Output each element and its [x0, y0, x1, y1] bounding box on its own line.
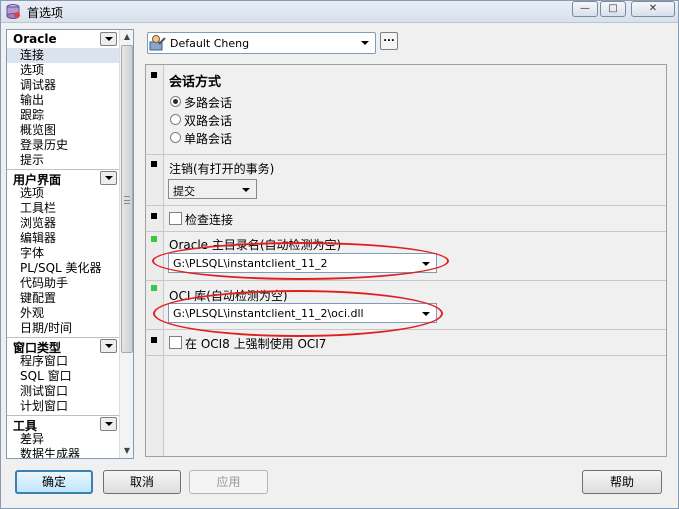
chevron-down-icon [242, 188, 250, 192]
user-profile-icon [149, 35, 166, 51]
logoff-title: 注销(有打开的事务) [169, 162, 275, 176]
nav-group-label: 用户界面 [13, 173, 62, 187]
title-bar[interactable]: 首选项 — □ ✕ [1, 1, 678, 23]
radio-button[interactable] [170, 132, 181, 143]
nav-item[interactable]: 编辑器 [7, 231, 119, 246]
chevron-down-icon [361, 41, 369, 45]
check-connection-checkbox[interactable] [169, 212, 182, 225]
nav-item[interactable]: 浏览器 [7, 216, 119, 231]
nav-item[interactable]: 字体 [7, 246, 119, 261]
nav-group-header[interactable]: Oracle [7, 31, 119, 48]
nav-item[interactable]: 连接 [7, 48, 119, 63]
ok-button[interactable]: 确定 [15, 470, 93, 494]
profile-value: Default Cheng [170, 37, 250, 50]
scroll-up-arrow-icon[interactable]: ▲ [120, 30, 133, 44]
grip-icon [124, 196, 130, 204]
nav-item[interactable]: 选项 [7, 186, 119, 201]
nav-group-label: 窗口类型 [13, 341, 62, 355]
nav-item[interactable]: SQL 窗口 [7, 369, 119, 384]
nav-group-header[interactable]: 窗口类型 [7, 337, 119, 355]
minimize-button[interactable]: — [572, 1, 598, 17]
preferences-window: 首选项 — □ ✕ Oracle 连接 选项 调试器 输出 跟踪 概览图 登录历史 提示 用户界面… [0, 0, 679, 509]
annotation-ellipse [152, 242, 449, 280]
section-check-connection: 检查连接 [146, 206, 666, 232]
collapse-chevron-icon[interactable] [100, 32, 117, 46]
nav-item[interactable]: 程序窗口 [7, 354, 119, 369]
session-mode-title: 会话方式 [169, 75, 222, 90]
nav-item[interactable]: 选项 [7, 63, 119, 78]
collapse-chevron-icon[interactable] [100, 171, 117, 185]
window-title: 首选项 [27, 6, 64, 20]
nav-item[interactable]: 计划窗口 [7, 399, 119, 414]
collapse-chevron-icon[interactable] [100, 417, 117, 431]
section-session-mode: 会话方式 多路会话 双路会话 单路会话 [146, 65, 666, 155]
annotation-ellipse [153, 290, 443, 337]
nav-item[interactable]: 日期/时间 [7, 321, 119, 336]
radio-button[interactable] [170, 114, 181, 125]
radio-button-checked[interactable] [170, 96, 181, 107]
section-active-marker-icon [151, 285, 157, 291]
nav-item[interactable]: 键配置 [7, 291, 119, 306]
nav-item[interactable]: 差异 [7, 432, 119, 447]
nav-item[interactable]: 数据生成器 [7, 447, 119, 458]
nav-item[interactable]: 登录历史 [7, 138, 119, 153]
nav-scrollbar[interactable]: ▲ ▼ [119, 30, 133, 458]
nav-item[interactable]: 跟踪 [7, 108, 119, 123]
nav-group-header[interactable]: 用户界面 [7, 169, 119, 187]
section-force-oci7: 在 OCI8 上强制使用 OCI7 [146, 330, 666, 356]
nav-item[interactable]: PL/SQL 美化器 [7, 261, 119, 276]
force-oci7-label: 在 OCI8 上强制使用 OCI7 [185, 337, 327, 351]
section-marker-icon [151, 72, 157, 78]
section-marker-icon [151, 337, 157, 343]
nav-group-header[interactable]: 工具 [7, 415, 119, 433]
cancel-button[interactable]: 取消 [103, 470, 181, 494]
apply-button[interactable]: 应用 [189, 470, 268, 494]
collapse-chevron-icon[interactable] [100, 339, 117, 353]
plsql-app-icon [6, 4, 20, 19]
nav-group-label: 工具 [13, 419, 38, 433]
profile-dropdown[interactable]: Default Cheng [147, 32, 376, 54]
nav-group-label: Oracle [13, 32, 57, 46]
section-marker-icon [151, 213, 157, 219]
nav-item[interactable]: 测试窗口 [7, 384, 119, 399]
preferences-nav: Oracle 连接 选项 调试器 输出 跟踪 概览图 登录历史 提示 用户界面 选项 工具栏 浏览器 编辑… [6, 29, 134, 459]
scroll-thumb[interactable] [121, 45, 133, 353]
section-logoff: 注销(有打开的事务) 提交 [146, 155, 666, 206]
maximize-button[interactable]: □ [600, 1, 626, 17]
nav-item[interactable]: 调试器 [7, 78, 119, 93]
nav-item[interactable]: 提示 [7, 153, 119, 168]
nav-item[interactable]: 代码助手 [7, 276, 119, 291]
nav-item[interactable]: 输出 [7, 93, 119, 108]
section-marker-icon [151, 161, 157, 167]
section-active-marker-icon [151, 236, 157, 242]
check-connection-label: 检查连接 [185, 213, 234, 227]
profile-manage-button[interactable]: ... [380, 32, 398, 50]
nav-list: Oracle 连接 选项 调试器 输出 跟踪 概览图 登录历史 提示 用户界面 选项 工具栏 浏览器 编辑… [7, 30, 119, 458]
help-button[interactable]: 帮助 [582, 470, 662, 494]
scroll-down-arrow-icon[interactable]: ▼ [120, 444, 133, 458]
nav-item[interactable]: 概览图 [7, 123, 119, 138]
force-oci7-checkbox[interactable] [169, 336, 182, 349]
logoff-dropdown[interactable]: 提交 [168, 179, 257, 199]
close-button[interactable]: ✕ [631, 1, 675, 17]
nav-item[interactable]: 外观 [7, 306, 119, 321]
nav-item[interactable]: 工具栏 [7, 201, 119, 216]
